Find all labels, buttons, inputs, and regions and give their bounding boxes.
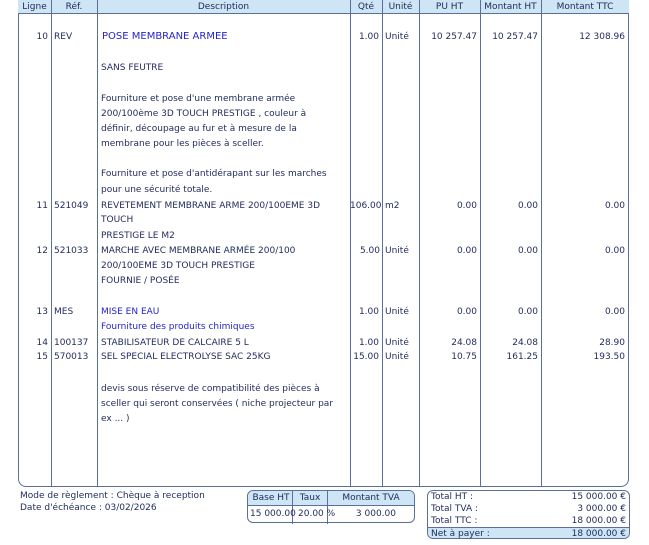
cell-ligne: 15 bbox=[36, 352, 48, 362]
cell-description: Fourniture et pose d'une membrane armée bbox=[101, 94, 296, 104]
col-header-unite: Unité bbox=[388, 2, 413, 12]
cell-description: devis sous réserve de compatibilité des … bbox=[101, 384, 320, 394]
tva-header-base: Base HT bbox=[252, 493, 290, 503]
column-divider bbox=[419, 0, 420, 487]
cell-montant-ht: 0.00 bbox=[517, 201, 538, 211]
cell-description: sceller qui seront conservées ( niche pr… bbox=[101, 399, 334, 409]
cell-qte: 1.00 bbox=[358, 307, 379, 317]
cell-description: MARCHE AVEC MEMBRANE ARMÉE 200/100 bbox=[101, 246, 296, 256]
cell-montant-ttc: 0.00 bbox=[604, 201, 625, 211]
cell-ref: 100137 bbox=[54, 338, 89, 348]
total-ht-label: Total HT : bbox=[431, 492, 474, 502]
cell-description: 200/100ème 3D TOUCH PRESTIGE , couleur à bbox=[101, 109, 307, 119]
column-divider bbox=[541, 0, 542, 487]
col-header-description: Description bbox=[197, 2, 250, 12]
due-date: Date d'échéance : 03/02/2026 bbox=[20, 503, 157, 513]
cell-ligne: 10 bbox=[36, 32, 48, 42]
cell-description: membrane pour les pièces à sceller. bbox=[101, 139, 264, 149]
column-divider bbox=[51, 0, 52, 487]
cell-description: POSE MEMBRANE ARMEE bbox=[102, 31, 228, 42]
cell-montant-ht: 161.25 bbox=[506, 352, 539, 362]
cell-ref: REV bbox=[54, 32, 73, 42]
cell-description: 200/100EME 3D TOUCH PRESTIGE bbox=[101, 261, 255, 271]
cell-montant-ht: 0.00 bbox=[517, 307, 538, 317]
cell-description: Fourniture des produits chimiques bbox=[101, 322, 255, 332]
net-row: Net à payer : 18 000.00 € bbox=[428, 527, 629, 539]
cell-montant-ht: 10 257.47 bbox=[492, 32, 538, 42]
total-tva-value: 3 000.00 € bbox=[577, 504, 626, 514]
cell-description: MISE EN EAU bbox=[101, 307, 160, 317]
cell-description: TOUCH bbox=[101, 215, 134, 225]
cell-montant-ttc: 28.90 bbox=[599, 338, 625, 348]
col-header-ligne: Ligne bbox=[22, 2, 47, 12]
column-divider bbox=[480, 0, 481, 487]
cell-qte: 1.00 bbox=[358, 32, 379, 42]
column-divider bbox=[350, 0, 351, 487]
cell-unite: Unité bbox=[385, 338, 409, 348]
cell-montant-ttc: 0.00 bbox=[604, 246, 625, 256]
tva-base-value: 15 000.00 bbox=[250, 509, 296, 519]
cell-ligne: 11 bbox=[36, 201, 48, 211]
payment-mode: Mode de règlement : Chèque à reception bbox=[20, 491, 205, 501]
cell-pu-ht: 10 257.47 bbox=[431, 32, 477, 42]
cell-description: STABILISATEUR DE CALCAIRE 5 L bbox=[101, 338, 249, 348]
cell-ligne: 14 bbox=[36, 338, 48, 348]
cell-montant-ht: 24.08 bbox=[512, 338, 538, 348]
cell-description: PRESTIGE LE M2 bbox=[101, 231, 175, 241]
cell-montant-ttc: 0.00 bbox=[604, 307, 625, 317]
col-header-qte: Qté bbox=[357, 2, 375, 12]
net-value: 18 000.00 € bbox=[571, 529, 626, 539]
tva-header-montant: Montant TVA bbox=[342, 493, 400, 503]
cell-pu-ht: 0.00 bbox=[456, 201, 477, 211]
total-tva-label: Total TVA : bbox=[431, 504, 479, 514]
cell-ligne: 13 bbox=[36, 307, 48, 317]
cell-unite: m2 bbox=[385, 201, 400, 211]
cell-unite: Unité bbox=[385, 352, 409, 362]
cell-ref: 570013 bbox=[54, 352, 89, 362]
totals-box: Total HT : 15 000.00 € Total TVA : 3 000… bbox=[427, 490, 630, 539]
tva-header-taux: Taux bbox=[299, 493, 321, 503]
cell-pu-ht: 0.00 bbox=[456, 307, 477, 317]
column-divider bbox=[97, 0, 98, 487]
cell-montant-ht: 0.00 bbox=[517, 246, 538, 256]
col-header-ref: Réf. bbox=[65, 2, 83, 12]
cell-montant-ttc: 193.50 bbox=[593, 352, 626, 362]
total-ttc-value: 18 000.00 € bbox=[571, 516, 626, 526]
cell-qte: 106.00 bbox=[350, 201, 382, 211]
cell-unite: Unité bbox=[385, 307, 409, 317]
cell-ref: MES bbox=[54, 307, 74, 317]
col-header-montant-ttc: Montant TTC bbox=[556, 2, 614, 12]
cell-description: définir, découpage au fur et à mesure de… bbox=[101, 124, 297, 134]
col-header-montant-ht: Montant HT bbox=[484, 2, 537, 12]
cell-montant-ttc: 12 308.96 bbox=[579, 32, 625, 42]
cell-description: ex ... ) bbox=[101, 414, 130, 424]
cell-description: Fourniture et pose d'antidérapant sur le… bbox=[101, 169, 327, 179]
total-ttc-label: Total TTC : bbox=[431, 516, 478, 526]
col-header-pu-ht: PU HT bbox=[435, 2, 464, 12]
cell-qte: 5.00 bbox=[359, 246, 380, 256]
cell-description: SANS FEUTRE bbox=[101, 63, 164, 73]
net-label: Net à payer : bbox=[431, 529, 490, 539]
cell-pu-ht: 24.08 bbox=[451, 338, 477, 348]
cell-pu-ht: 10.75 bbox=[451, 352, 477, 362]
cell-ligne: 12 bbox=[36, 246, 48, 256]
cell-description: pour une sécurité totale. bbox=[101, 185, 213, 195]
tva-amount-value: 3 000.00 bbox=[355, 509, 396, 519]
total-ht-value: 15 000.00 € bbox=[571, 492, 626, 502]
cell-ref: 521049 bbox=[54, 201, 89, 211]
cell-description: FOURNIE / POSÉE bbox=[101, 276, 180, 286]
cell-pu-ht: 0.00 bbox=[456, 246, 477, 256]
cell-unite: Unité bbox=[385, 32, 409, 42]
cell-description: SEL SPECIAL ELECTROLYSE SAC 25KG bbox=[101, 352, 271, 362]
cell-ref: 521033 bbox=[54, 246, 89, 256]
cell-qte: 1.00 bbox=[358, 338, 379, 348]
cell-qte: 15.00 bbox=[353, 352, 379, 362]
cell-description: REVETEMENT MEMBRANE ARME 200/100EME 3D bbox=[101, 201, 320, 211]
column-divider bbox=[382, 0, 383, 487]
cell-unite: Unité bbox=[385, 246, 409, 256]
tva-summary: Base HT Taux Montant TVA 15 000.00 20.00… bbox=[247, 490, 415, 524]
